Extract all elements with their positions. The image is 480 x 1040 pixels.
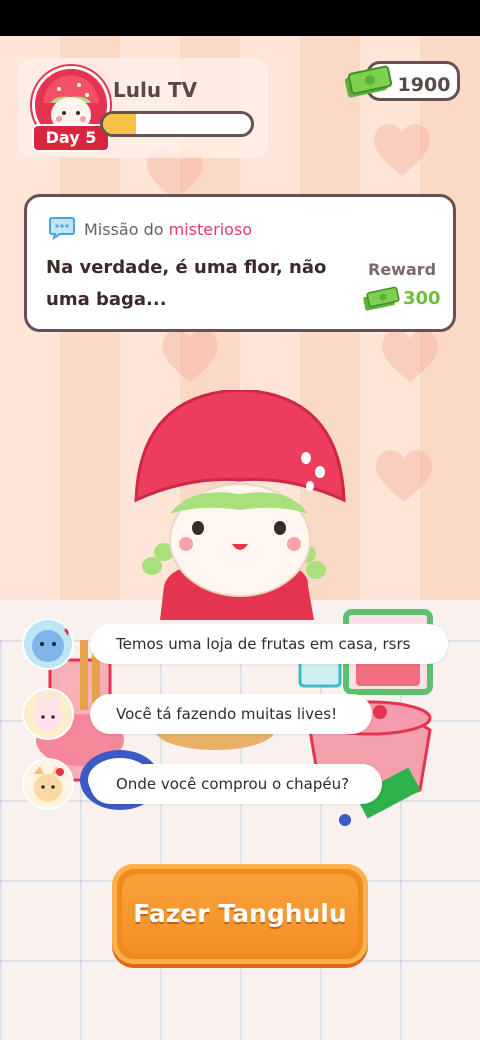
status-bar (0, 0, 480, 36)
viewer-avatar[interactable] (22, 688, 74, 740)
viewer-avatar[interactable] (22, 618, 74, 670)
heart-decoration-icon (374, 124, 430, 176)
cat-avatar-icon (34, 766, 64, 802)
day-badge: Day 5 (32, 124, 110, 152)
make-tanghulu-label: Fazer Tanghulu (133, 899, 347, 928)
progress-bar (100, 111, 254, 137)
mission-title-prefix: Missão do (84, 220, 164, 239)
cash-icon (363, 286, 400, 311)
bunny-avatar-icon (34, 692, 62, 732)
progress-fill (103, 114, 136, 134)
blue-creature-avatar-icon (32, 626, 70, 662)
chat-bubble-icon (49, 217, 75, 240)
cash-icon (344, 65, 393, 98)
mission-title-highlight: misterioso (168, 220, 253, 239)
mission-text: Na verdade, é uma flor, não uma baga... (46, 257, 327, 310)
reward-value: 300 (403, 288, 441, 309)
strawberry-girl-character (134, 390, 346, 620)
reward-label: Reward (368, 260, 437, 279)
make-tanghulu-button[interactable]: Fazer Tanghulu (112, 864, 368, 964)
chat-message: Você tá fazendo muitas lives! (90, 694, 372, 734)
chat-message: Temos uma loja de frutas em casa, rsrs (90, 624, 448, 664)
username: Lulu TV (113, 78, 198, 102)
heart-decoration-icon (376, 450, 432, 502)
viewer-avatar[interactable] (22, 758, 74, 810)
chat-message: Onde você comprou o chapéu? (90, 764, 382, 804)
heart-decoration-icon (382, 330, 438, 382)
heart-decoration-icon (162, 330, 218, 382)
mission-title: Missão do misterioso (84, 220, 252, 239)
currency-amount: 1900 (397, 74, 451, 96)
